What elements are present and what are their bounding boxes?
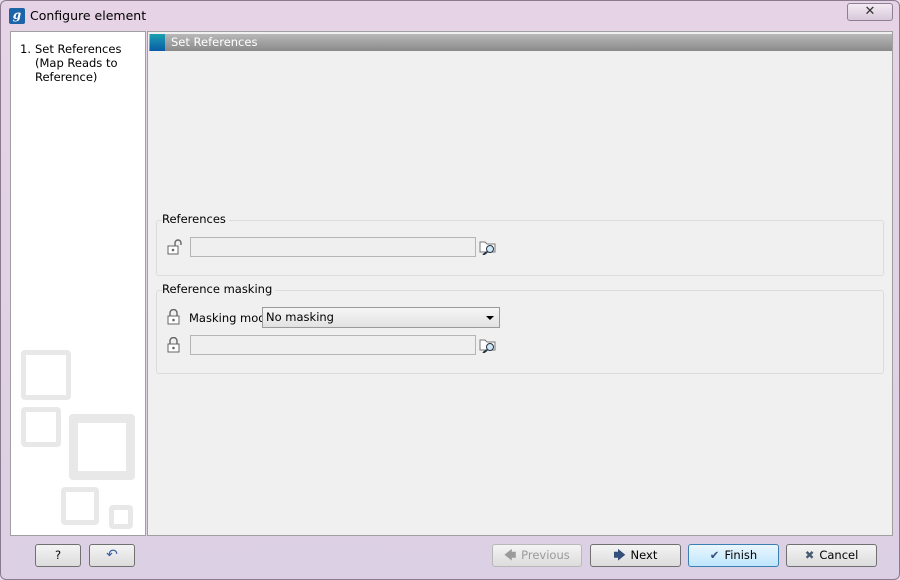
finish-button[interactable]: ✔ Finish [688,544,779,567]
browse-folder-icon[interactable] [479,239,497,256]
lock-icon[interactable] [167,337,181,353]
cancel-button[interactable]: ✖ Cancel [786,544,877,567]
main-panel: Set References References Reference mask… [147,31,893,536]
close-button[interactable]: ✕ [847,3,893,21]
decoration-square [21,407,61,447]
app-logo-icon: g [9,8,25,24]
help-label: ? [54,548,62,562]
masking-label: Reference masking [162,282,276,296]
step-label: Set References (Map Reads to Reference) [35,42,122,84]
help-button[interactable]: ? [35,544,81,567]
title-bar: g Configure element ✕ [1,1,900,31]
undo-arrow-icon: ↶ [106,547,118,563]
reference-masking-group: Reference masking Masking mode No maskin… [156,282,884,374]
previous-button[interactable]: 🡄 Previous [492,544,582,567]
decoration-square [61,487,99,525]
panel-header: Set References [149,34,892,51]
step-number: 1. [20,42,31,56]
chevron-down-icon [486,316,494,320]
dialog-window: g Configure element ✕ 1. Set References … [0,0,900,580]
browse-folder-icon[interactable] [479,337,497,354]
decoration-square [69,414,135,480]
masking-mode-label: Masking mode [189,311,273,325]
next-button[interactable]: 🡆 Next [590,544,681,567]
references-label: References [162,212,229,226]
masking-mode-select[interactable]: No masking [262,307,500,328]
lock-icon[interactable] [167,309,181,325]
references-input[interactable] [190,237,476,257]
x-icon: ✖ [804,548,815,562]
arrow-left-icon: 🡄 [504,548,517,562]
cancel-label: Cancel [819,548,859,562]
header-accent [150,34,165,51]
decoration-square [109,505,133,529]
references-group: References [156,212,884,276]
unlocked-icon[interactable] [167,239,182,255]
masking-mode-value: No masking [266,310,334,324]
finish-label: Finish [724,548,758,562]
masking-file-input[interactable] [190,335,476,355]
arrow-right-icon: 🡆 [613,548,626,562]
previous-label: Previous [521,548,570,562]
checkmark-icon: ✔ [709,548,720,562]
decoration-square [21,350,71,400]
reset-button[interactable]: ↶ [89,544,135,567]
step-item[interactable]: 1. Set References (Map Reads to Referenc… [20,42,140,84]
window-title: Configure element [30,8,147,23]
panel-header-title: Set References [171,35,258,49]
next-label: Next [630,548,658,562]
steps-panel: 1. Set References (Map Reads to Referenc… [10,31,146,536]
